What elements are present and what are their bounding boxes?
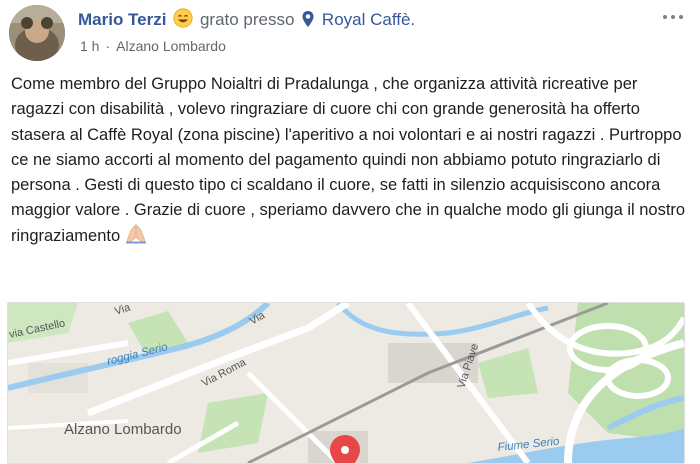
dot-icon <box>679 15 683 19</box>
meta-separator: · <box>105 38 111 54</box>
map-pin-icon <box>301 10 315 34</box>
more-options-button[interactable] <box>660 10 686 24</box>
smiling-face-icon <box>173 8 193 34</box>
author-name[interactable]: Mario Terzi <box>78 10 166 29</box>
post-location[interactable]: Alzano Lombardo <box>116 38 226 54</box>
facebook-post: Mario Terzi grato presso Royal Caffè. 1 … <box>0 0 700 464</box>
avatar-photo <box>9 5 65 61</box>
place-link[interactable]: Royal Caffè. <box>322 10 415 29</box>
location-map[interactable]: via Castello Via Via roggia Serio Via Ro… <box>7 302 685 464</box>
post-meta: 1 h · Alzano Lombardo <box>80 38 226 54</box>
dot-icon <box>671 15 675 19</box>
post-timestamp[interactable]: 1 h <box>80 38 99 54</box>
avatar[interactable] <box>9 5 65 61</box>
map-canvas: via Castello Via Via roggia Serio Via Ro… <box>8 303 684 463</box>
praying-hands-icon <box>125 223 147 252</box>
dot-icon <box>663 15 667 19</box>
map-label-town: Alzano Lombardo <box>64 421 182 438</box>
location-marker-icon[interactable] <box>330 435 360 463</box>
post-text: Come membro del Gruppo Noialtri di Prada… <box>11 75 686 245</box>
post-body: Come membro del Gruppo Noialtri di Prada… <box>11 72 691 252</box>
post-header: Mario Terzi grato presso Royal Caffè. <box>78 8 415 34</box>
feeling-text: grato presso <box>199 10 295 29</box>
